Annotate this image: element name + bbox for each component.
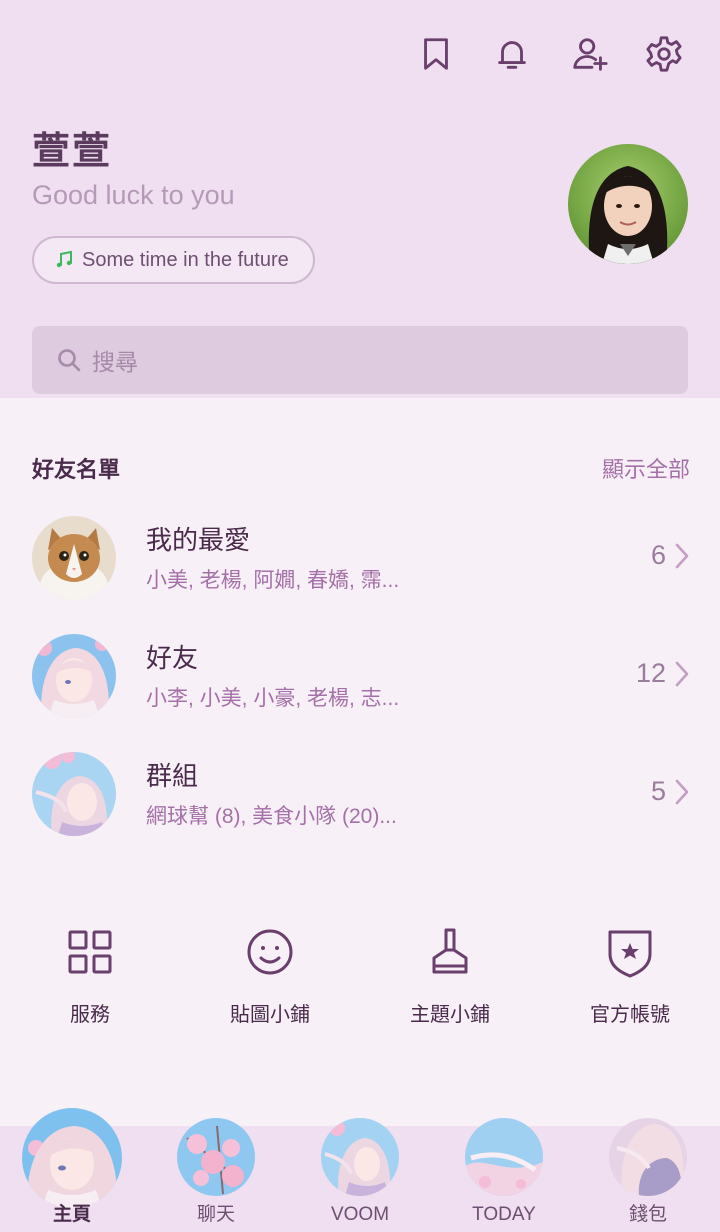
profile-music-pill[interactable]: Some time in the future xyxy=(32,236,315,284)
nav-today[interactable]: TODAY xyxy=(432,1118,576,1232)
friend-group-title: 好友 xyxy=(146,643,199,673)
music-title: Some time in the future xyxy=(82,248,289,271)
wallet-icon xyxy=(609,1118,687,1196)
friend-group-title: 我的最愛 xyxy=(146,525,251,555)
friend-list-title: 好友名單 xyxy=(32,457,121,482)
sticker-shop-button[interactable]: 貼圖小鋪 xyxy=(180,926,360,1036)
service-label: 服務 xyxy=(70,1004,110,1026)
chat-icon xyxy=(177,1118,255,1196)
chevron-right-icon xyxy=(675,661,689,687)
nav-label: 聊天 xyxy=(196,1204,235,1225)
friend-group-members: 小李, 小美, 小豪, 老楊, 志... xyxy=(146,687,400,710)
sticker-shop-label: 貼圖小鋪 xyxy=(230,1004,310,1026)
music-note-icon xyxy=(56,250,72,268)
groups-avatar xyxy=(32,752,116,836)
voom-icon xyxy=(321,1118,399,1196)
theme-shop-label: 主題小鋪 xyxy=(410,1004,490,1026)
nav-label: TODAY xyxy=(472,1204,536,1225)
friend-row-friends[interactable]: 好友 小李, 小美, 小豪, 老楊, 志... 12 xyxy=(0,634,720,734)
search-icon xyxy=(58,349,81,372)
nav-chat[interactable]: 聊天 xyxy=(144,1118,288,1232)
search-input[interactable]: 搜尋 xyxy=(32,326,688,394)
service-button[interactable]: 服務 xyxy=(0,926,180,1036)
friend-group-count: 5 xyxy=(650,776,666,806)
friend-group-count: 12 xyxy=(635,658,666,688)
home-icon xyxy=(22,1108,122,1208)
nav-voom[interactable]: VOOM xyxy=(288,1118,432,1232)
nav-label: VOOM xyxy=(330,1204,390,1225)
friend-row-groups[interactable]: 群組 網球幫 (8), 美食小隊 (20)... 5 xyxy=(0,752,720,852)
friend-group-members: 網球幫 (8), 美食小隊 (20)... xyxy=(146,805,397,828)
brush-icon xyxy=(432,928,468,974)
friends-avatar xyxy=(32,634,116,718)
bookmark-icon[interactable] xyxy=(416,34,456,74)
nav-label: 主頁 xyxy=(52,1204,91,1225)
smiley-icon xyxy=(247,929,293,975)
friend-group-count: 6 xyxy=(650,540,666,570)
friend-group-title: 群組 xyxy=(146,761,199,791)
search-placeholder: 搜尋 xyxy=(92,349,138,375)
chevron-right-icon xyxy=(675,779,689,805)
chevron-right-icon xyxy=(675,543,689,569)
gear-icon[interactable] xyxy=(644,34,684,74)
show-all-link[interactable]: 顯示全部 xyxy=(602,452,690,484)
bottom-nav: 主頁 聊天 VOOM TODAY 錢包 xyxy=(0,1108,720,1232)
friend-row-favorites[interactable]: 我的最愛 小美, 老楊, 阿嫺, 春嬌, 霈... 6 xyxy=(0,516,720,616)
nav-home[interactable]: 主頁 xyxy=(0,1108,144,1232)
official-account-label: 官方帳號 xyxy=(590,1004,670,1026)
nav-wallet[interactable]: 錢包 xyxy=(576,1118,720,1232)
shield-star-icon xyxy=(608,930,652,978)
profile-avatar[interactable] xyxy=(568,144,688,264)
profile-header: 萱萱 Good luck to you Some time in the fut… xyxy=(0,0,720,398)
grid-icon xyxy=(68,930,112,974)
theme-shop-button[interactable]: 主題小鋪 xyxy=(360,926,540,1036)
nav-label: 錢包 xyxy=(628,1204,667,1225)
profile-status-message[interactable]: Good luck to you xyxy=(32,180,235,211)
profile-name[interactable]: 萱萱 xyxy=(32,120,112,175)
favorites-avatar xyxy=(32,516,116,600)
bell-icon[interactable] xyxy=(492,34,532,74)
today-icon xyxy=(465,1118,543,1196)
friend-group-members: 小美, 老楊, 阿嫺, 春嬌, 霈... xyxy=(146,569,400,592)
official-account-button[interactable]: 官方帳號 xyxy=(540,926,720,1036)
add-friend-icon[interactable] xyxy=(570,34,610,74)
